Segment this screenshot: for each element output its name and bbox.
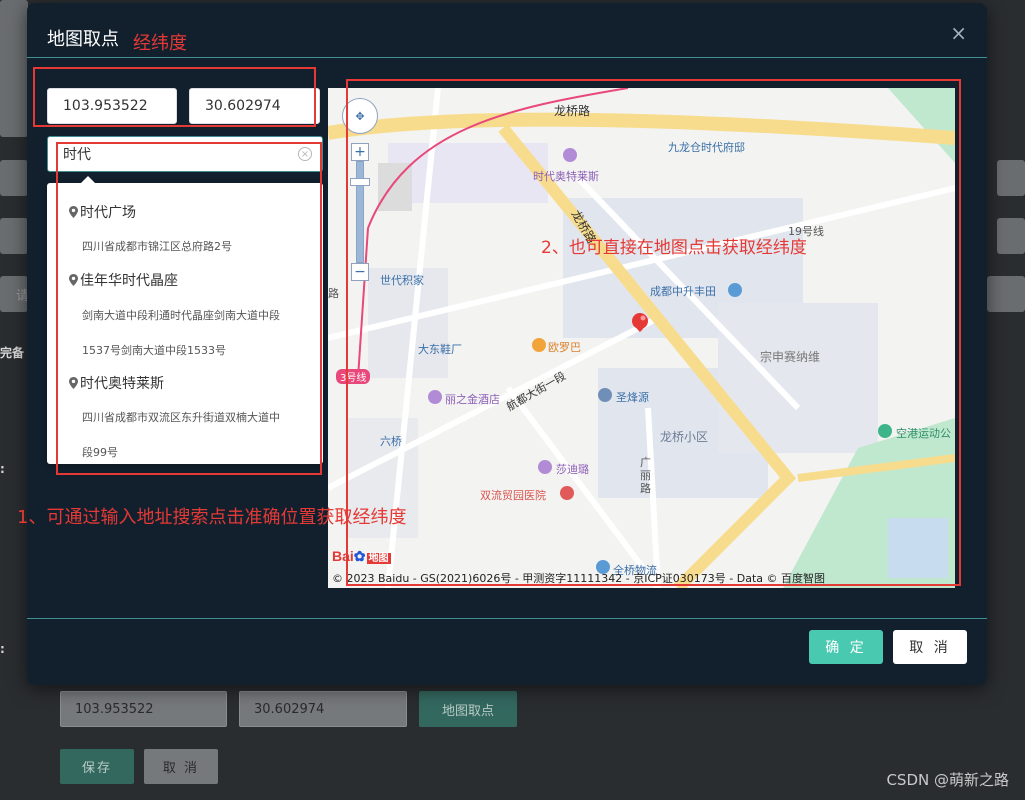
- location-pin-icon: [69, 274, 78, 286]
- location-pin-icon: [69, 206, 78, 218]
- dialog-lng-input[interactable]: 103.953522: [47, 88, 177, 124]
- save-button[interactable]: 保存: [60, 749, 134, 784]
- map-label: 广丽路: [640, 456, 651, 495]
- map-copyright: © 2023 Baidu - GS(2021)6026号 - 甲测资字11111…: [332, 572, 826, 585]
- suggestion-item[interactable]: 时代奥特莱斯: [69, 373, 164, 393]
- map-label: 双流贸园医院: [480, 489, 546, 502]
- food-poi-icon: [532, 338, 546, 352]
- confirm-button[interactable]: 确 定: [809, 630, 883, 664]
- suggestion-address: 1537号剑南大道中段1533号: [82, 344, 226, 357]
- bg-label-colon-1: :: [0, 462, 5, 476]
- baidu-logo-suffix: 地图: [366, 553, 391, 564]
- baidu-paw-icon: ✿: [353, 548, 366, 564]
- annotation-note-search: 1、可通过输入地址搜索点击准确位置获取经纬度: [17, 507, 407, 528]
- suggestion-address: 剑南大道中段利通时代晶座剑南大道中段: [82, 309, 280, 322]
- map-label: 六桥: [380, 435, 402, 448]
- annotation-note-map: 2、也可直接在地图点击获取经纬度: [541, 238, 807, 258]
- building-poi-icon: [563, 148, 577, 162]
- car-poi-icon: [728, 283, 742, 297]
- bg-label-colon-2: :: [0, 642, 5, 656]
- watermark: CSDN @萌新之路: [886, 771, 1009, 789]
- map-label: 龙桥小区: [660, 430, 709, 444]
- zoom-out-button[interactable]: −: [351, 263, 369, 281]
- map-pick-button[interactable]: 地图取点: [419, 691, 517, 727]
- dialog-title: 地图取点: [47, 29, 119, 50]
- suggestion-address: 段99号: [82, 446, 118, 459]
- map-label: 成都中升丰田: [650, 285, 716, 298]
- bg-panel: [0, 0, 28, 137]
- map-park: [888, 88, 955, 163]
- zoom-slider[interactable]: [356, 161, 364, 263]
- suggestion-address: 四川省成都市双流区东升街道双楠大道中: [82, 411, 280, 424]
- lng-input[interactable]: 103.953522: [60, 691, 227, 727]
- hotel-poi-icon: [428, 390, 442, 404]
- metro-line-badge: 3号线: [336, 369, 371, 384]
- suggestion-item[interactable]: 时代广场: [69, 202, 136, 222]
- header-divider: [27, 57, 987, 58]
- baidu-map[interactable]: ✥ + − 龙桥路 九龙仓时代府邸 时代奥特莱斯 龙桥路 19号线 世代积家 成…: [328, 88, 955, 588]
- annotation-latlng: 经纬度: [133, 33, 187, 54]
- baidu-logo-text: Bai: [332, 548, 354, 564]
- suggestion-dropdown: 时代广场 四川省成都市锦江区总府路2号 佳年华时代晶座 剑南大道中段利通时代晶座…: [47, 176, 323, 464]
- map-label: 路: [328, 287, 339, 300]
- footer-divider: [27, 618, 987, 619]
- shop-poi-icon: [538, 460, 552, 474]
- bg-input-right-3: [987, 276, 1025, 312]
- dialog-cancel-button[interactable]: 取 消: [893, 630, 967, 664]
- map-block: [378, 163, 412, 211]
- map-pan-control[interactable]: ✥: [342, 98, 378, 134]
- map-label: 九龙仓时代府邸: [668, 141, 745, 154]
- map-label: 时代奥特莱斯: [533, 170, 599, 183]
- lat-input[interactable]: 30.602974: [239, 691, 407, 727]
- address-search-input[interactable]: 时代 ×: [47, 136, 323, 172]
- suggestion-name: 佳年华时代晶座: [80, 273, 178, 289]
- map-label: 欧罗巴: [548, 341, 581, 354]
- zoom-in-button[interactable]: +: [351, 143, 369, 161]
- bg-input-right-1: [997, 160, 1025, 196]
- map-label: 宗申赛纳维: [760, 350, 821, 364]
- bg-label-complete: 完备: [0, 346, 25, 360]
- park-poi-icon: [878, 424, 892, 438]
- zoom-handle[interactable]: [350, 178, 370, 186]
- dialog-lat-input[interactable]: 30.602974: [189, 88, 320, 124]
- map-main-road: [328, 112, 955, 145]
- location-pin-icon: [69, 377, 78, 389]
- baidu-logo: Bai✿ 地图: [332, 548, 391, 565]
- map-label: 丽之金酒店: [445, 393, 500, 406]
- map-label: 空港运动公: [896, 427, 951, 440]
- close-icon[interactable]: ×: [950, 21, 967, 45]
- map-label: 莎迪璐: [556, 463, 589, 476]
- form-cancel-button[interactable]: 取 消: [144, 749, 218, 784]
- bg-input-left-3: 请: [0, 276, 29, 312]
- suggestion-name: 时代奥特莱斯: [80, 376, 164, 392]
- bg-input-left-2: [0, 218, 28, 254]
- hospital-poi-icon: [560, 486, 574, 500]
- building-poi-icon: [598, 388, 612, 402]
- suggestion-name: 时代广场: [80, 205, 136, 221]
- map-canvas[interactable]: [328, 88, 955, 588]
- map-pick-dialog: 地图取点 × 103.953522 30.602974 时代 × 时代广场 四川…: [27, 3, 987, 685]
- map-label: 大东鞋厂: [418, 343, 462, 356]
- suggestion-item[interactable]: 佳年华时代晶座: [69, 270, 178, 290]
- map-label: 圣烽源: [616, 391, 649, 404]
- map-label: 世代积家: [380, 274, 424, 287]
- bg-input-left-1: [0, 160, 28, 196]
- suggestion-address: 四川省成都市锦江区总府路2号: [82, 240, 232, 253]
- clear-icon[interactable]: ×: [298, 147, 312, 161]
- bg-input-right-2: [997, 218, 1025, 254]
- map-label: 龙桥路: [554, 104, 591, 118]
- search-value: 时代: [63, 147, 91, 163]
- map-water: [888, 518, 948, 578]
